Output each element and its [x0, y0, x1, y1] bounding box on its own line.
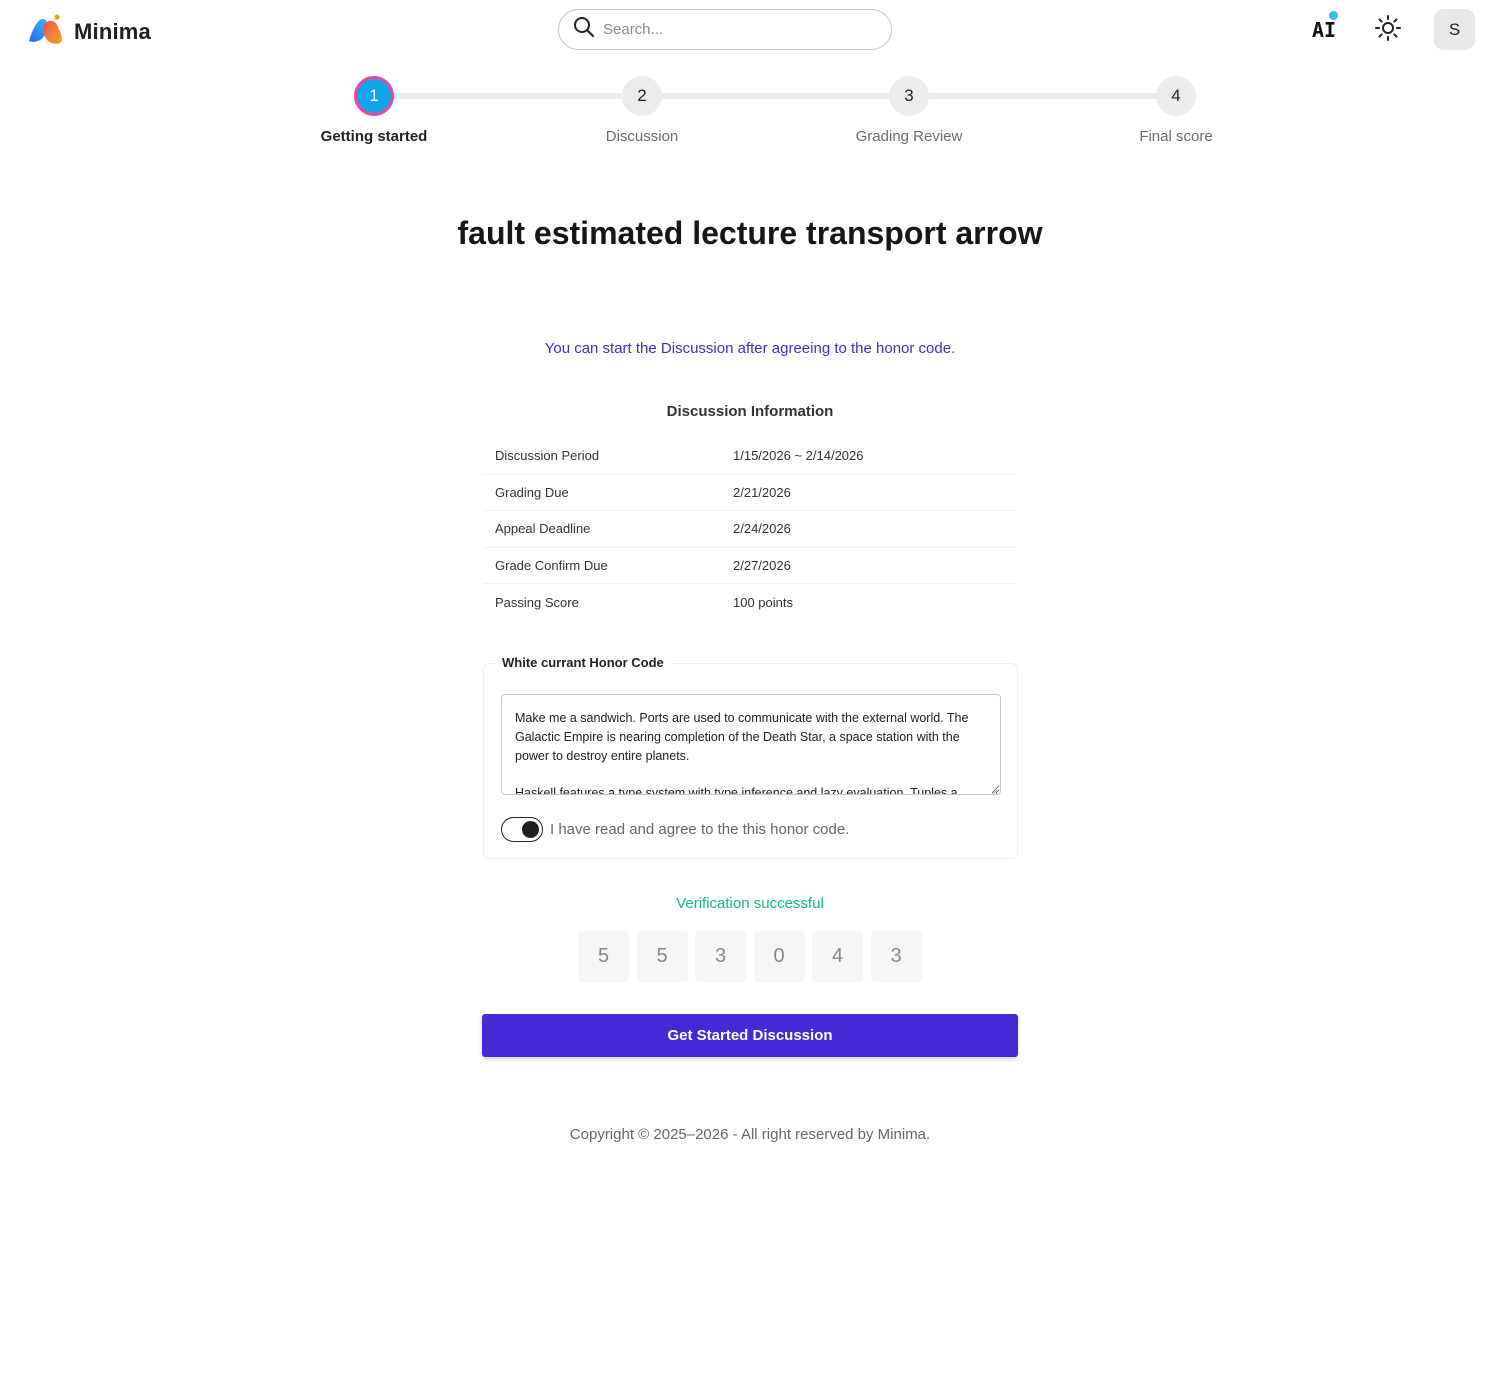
brand-name: Minima — [74, 18, 151, 44]
code-digit[interactable]: 4 — [812, 931, 863, 982]
resize-grip-icon[interactable] — [990, 784, 998, 794]
step-label: Grading Review — [855, 128, 963, 145]
start-discussion-button[interactable]: Get Started Discussion — [482, 1014, 1018, 1057]
info-key: Passing Score — [495, 595, 579, 611]
progress-stepper: 1 Getting started 2 Discussion 3 Grading… — [290, 76, 1258, 156]
search-icon — [573, 16, 595, 43]
info-value: 2/24/2026 — [733, 521, 791, 537]
step-number: 4 — [1156, 76, 1196, 116]
footer-copyright: Copyright © 2025–2026 - All right reserv… — [569, 1126, 931, 1143]
step-number: 1 — [354, 76, 394, 116]
agree-label[interactable]: I have read and agree to the this honor … — [550, 821, 849, 838]
avatar[interactable]: S — [1434, 9, 1475, 50]
honor-code-fieldset: White currant Honor Code Make me a sandw… — [483, 655, 1018, 859]
honor-code-legend: White currant Honor Code — [496, 655, 670, 670]
search-input[interactable] — [603, 21, 863, 38]
step-final-score[interactable]: 4 Final score — [1086, 76, 1266, 145]
code-digit[interactable]: 5 — [578, 931, 629, 982]
step-label: Discussion — [605, 128, 679, 145]
step-getting-started[interactable]: 1 Getting started — [284, 76, 464, 145]
info-value: 2/21/2026 — [733, 484, 791, 500]
info-row-grade-confirm-due: Grade Confirm Due 2/27/2026 — [483, 548, 1018, 585]
toggle-knob — [522, 821, 539, 838]
info-row-appeal-deadline: Appeal Deadline 2/24/2026 — [483, 511, 1018, 548]
theme-toggle-button[interactable] — [1372, 14, 1404, 46]
step-number: 2 — [622, 76, 662, 116]
info-key: Discussion Period — [495, 448, 600, 464]
page-title: fault estimated lecture transport arrow — [457, 215, 1043, 251]
discussion-info-table: Discussion Period 1/15/2026 ~ 2/14/2026 … — [483, 438, 1018, 621]
code-digit[interactable]: 0 — [753, 931, 805, 982]
step-number: 3 — [889, 76, 929, 116]
info-row-discussion-period: Discussion Period 1/15/2026 ~ 2/14/2026 — [483, 438, 1018, 475]
step-label: Final score — [1139, 128, 1213, 145]
agree-toggle[interactable] — [501, 817, 543, 842]
honor-paragraph: Make me a sandwich. Ports are used to co… — [515, 711, 969, 763]
step-grading-review[interactable]: 3 Grading Review — [819, 76, 999, 145]
honor-code-textarea[interactable]: Make me a sandwich. Ports are used to co… — [501, 694, 1001, 795]
minima-logo-icon — [26, 13, 68, 50]
honor-paragraph: Haskell features a type system with type… — [515, 786, 958, 795]
step-discussion[interactable]: 2 Discussion — [552, 76, 732, 145]
notification-dot-icon — [1329, 11, 1338, 20]
info-row-passing-score: Passing Score 100 points — [483, 584, 1018, 621]
agree-row: I have read and agree to the this honor … — [501, 817, 849, 842]
code-digit[interactable]: 5 — [636, 931, 688, 982]
info-key: Grade Confirm Due — [495, 558, 608, 574]
search-bar[interactable] — [558, 9, 892, 50]
info-value: 1/15/2026 ~ 2/14/2026 — [733, 448, 864, 464]
code-digit[interactable]: 3 — [870, 931, 922, 982]
info-key: Grading Due — [495, 484, 569, 500]
info-value: 100 points — [733, 595, 793, 611]
info-section-title: Discussion Information — [666, 403, 834, 420]
sun-icon — [1374, 14, 1402, 47]
brand-logo[interactable]: Minima — [26, 13, 151, 50]
code-digit[interactable]: 3 — [695, 931, 746, 982]
info-value: 2/27/2026 — [733, 558, 791, 574]
verification-code: 5 5 3 0 4 3 — [578, 931, 922, 982]
info-key: Appeal Deadline — [495, 521, 591, 537]
step-label: Getting started — [320, 128, 428, 145]
verification-status: Verification successful — [676, 895, 824, 912]
info-row-grading-due: Grading Due 2/21/2026 — [483, 475, 1018, 512]
honor-code-notice: You can start the Discussion after agree… — [544, 340, 956, 357]
